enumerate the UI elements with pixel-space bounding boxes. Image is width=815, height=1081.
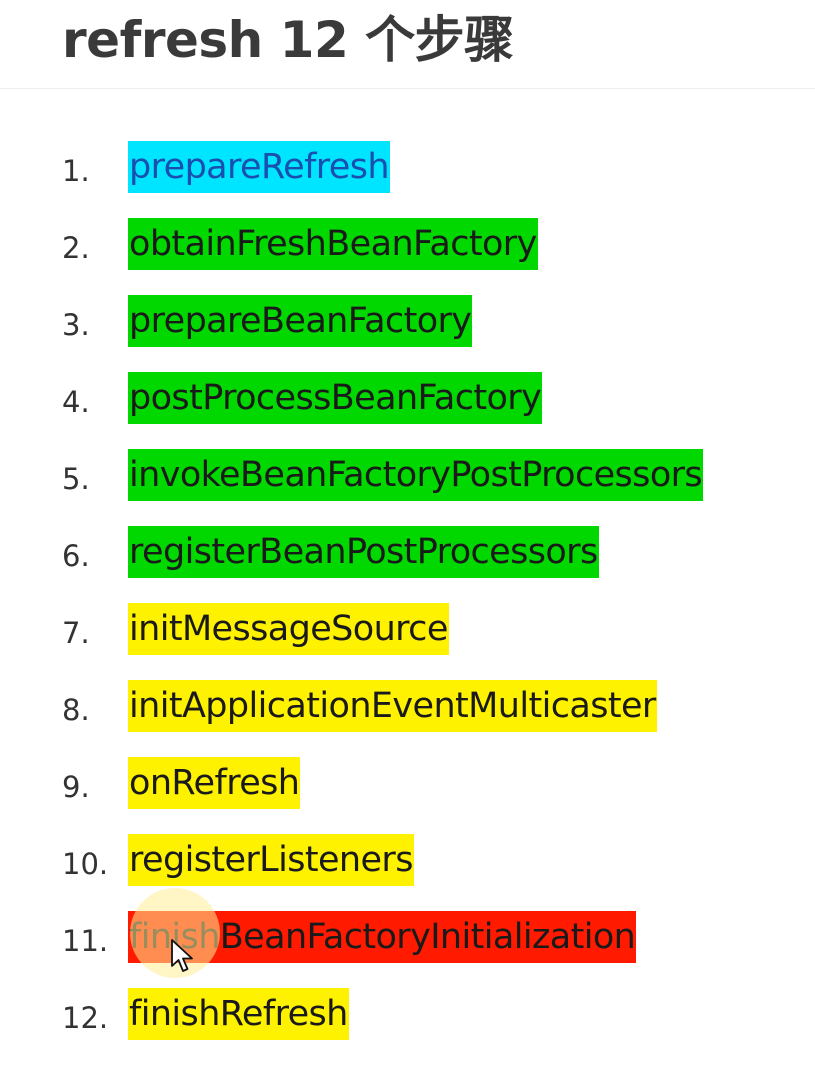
step-item-10: 10. registerListeners [0, 831, 815, 908]
step-number: 11. [62, 924, 109, 958]
step-item-8: 8. initApplicationEventMulticaster [0, 677, 815, 754]
page-title: refresh 12 个步骤 [62, 11, 514, 69]
step-name-highlighted: invokeBeanFactoryPostProcessors [128, 449, 704, 501]
step-item-4: 4. postProcessBeanFactory [0, 369, 815, 446]
step-number: 4. [62, 385, 90, 419]
step-number: 2. [62, 231, 90, 265]
step-name-highlighted: onRefresh [128, 757, 301, 809]
step-number: 6. [62, 539, 90, 573]
step-item-3: 3. prepareBeanFactory [0, 292, 815, 369]
step-item-6: 6. registerBeanPostProcessors [0, 523, 815, 600]
page-header: refresh 12 个步骤 [0, 0, 815, 89]
step-item-12: 12. finishRefresh [0, 985, 815, 1062]
step-name-highlighted: finishBeanFactoryInitialization [128, 911, 637, 963]
step-item-5: 5. invokeBeanFactoryPostProcessors [0, 446, 815, 523]
step-number: 3. [62, 308, 90, 342]
step-name-highlighted: prepareBeanFactory [128, 295, 473, 347]
step-item-11: 11. finishBeanFactoryInitialization [0, 908, 815, 985]
step-item-9: 9. onRefresh [0, 754, 815, 831]
step-number: 9. [62, 770, 90, 804]
step-item-2: 2. obtainFreshBeanFactory [0, 215, 815, 292]
step-item-1: 1. prepareRefresh [0, 138, 815, 215]
step-number: 7. [62, 616, 90, 650]
step-name-highlighted: initApplicationEventMulticaster [128, 680, 657, 732]
step-name-highlighted: postProcessBeanFactory [128, 372, 543, 424]
step-number: 5. [62, 462, 90, 496]
refresh-steps-list: 1. prepareRefresh 2. obtainFreshBeanFact… [0, 138, 815, 1062]
step-number: 1. [62, 154, 90, 188]
step-name-highlighted: registerBeanPostProcessors [128, 526, 599, 578]
step-item-7: 7. initMessageSource [0, 600, 815, 677]
step-number: 8. [62, 693, 90, 727]
step-name-highlighted: finishRefresh [128, 988, 349, 1040]
step-name-highlighted: registerListeners [128, 834, 414, 886]
step-number: 10. [62, 847, 109, 881]
step-name-highlighted: prepareRefresh [128, 141, 390, 193]
step-number: 12. [62, 1001, 109, 1035]
step-name-highlighted: obtainFreshBeanFactory [128, 218, 538, 270]
step-name-highlighted: initMessageSource [128, 603, 449, 655]
